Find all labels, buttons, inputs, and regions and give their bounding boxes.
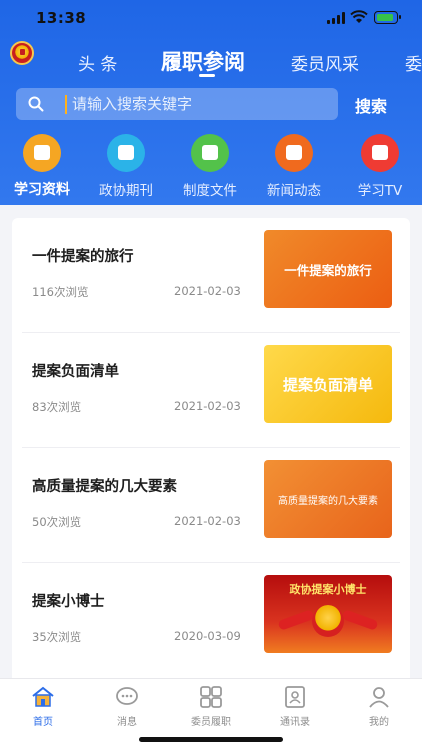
tab-members[interactable]: 委员风采: [291, 50, 359, 75]
nav-messages[interactable]: 消息: [92, 685, 162, 729]
text-caret: [65, 95, 67, 114]
active-tab-indicator: [199, 74, 215, 77]
nav-label: 首页: [33, 717, 53, 728]
nav-label: 我的: [369, 717, 389, 728]
article-date: 2020-03-09: [174, 629, 241, 643]
nav-label: 通讯录: [280, 717, 310, 728]
grid-icon: [200, 686, 222, 708]
article-date: 2021-02-03: [174, 399, 241, 413]
search-input[interactable]: [72, 88, 332, 120]
search-button[interactable]: 搜索: [355, 93, 387, 117]
nav-label: 消息: [117, 717, 137, 728]
search-box: [16, 88, 338, 120]
nav-home[interactable]: 首页: [8, 685, 78, 729]
tab-headlines[interactable]: 头 条: [78, 50, 117, 75]
thumbnail-text: 高质量提案的几大要素: [278, 495, 378, 507]
home-icon: [32, 686, 54, 707]
document-icon: [191, 134, 229, 172]
article-views: 35次浏览: [32, 630, 82, 644]
article-views: 116次浏览: [32, 285, 89, 299]
battery-icon: [374, 11, 401, 24]
article-views: 83次浏览: [32, 400, 82, 414]
article-thumbnail: 提案负面清单: [264, 345, 392, 423]
article-date: 2021-02-03: [174, 284, 241, 298]
category-study-materials[interactable]: 学习资料: [0, 134, 84, 198]
tab-overflow[interactable]: 委: [405, 50, 422, 75]
status-bar: 13:38: [0, 0, 422, 36]
category-journals[interactable]: 政协期刊: [84, 134, 168, 199]
folder-icon: [23, 134, 61, 172]
category-label: 制度文件: [183, 183, 237, 199]
category-label: 学习资料: [14, 182, 70, 198]
article-list: 一件提案的旅行 116次浏览 2021-02-03 一件提案的旅行 提案负面清单…: [12, 218, 410, 678]
article-item[interactable]: 提案负面清单 83次浏览 2021-02-03 提案负面清单: [12, 333, 410, 448]
category-regulations[interactable]: 制度文件: [168, 134, 252, 199]
article-date: 2021-02-03: [174, 514, 241, 528]
top-tabs: 头 条 履职参阅 委员风采 委: [0, 44, 422, 84]
nav-contacts[interactable]: 通讯录: [260, 685, 330, 729]
category-study-tv[interactable]: 学习TV: [338, 134, 422, 199]
nav-member-duties[interactable]: 委员履职: [176, 685, 246, 729]
article-item[interactable]: 提案小博士 35次浏览 2020-03-09 政协提案小博士: [12, 563, 410, 678]
message-icon: [116, 687, 138, 705]
nav-profile[interactable]: 我的: [344, 685, 414, 729]
thumbnail-text: 一件提案的旅行: [284, 262, 372, 278]
category-news[interactable]: 新闻动态: [252, 134, 336, 199]
newspaper-icon: [275, 134, 313, 172]
thumbnail-text: 政协提案小博士: [289, 583, 367, 596]
article-views: 50次浏览: [32, 515, 82, 529]
tv-icon: [361, 134, 399, 172]
category-label: 学习TV: [357, 183, 403, 199]
profile-icon: [369, 687, 389, 708]
status-time: 13:38: [36, 9, 87, 27]
home-indicator: [139, 737, 283, 742]
article-title: 一件提案的旅行: [32, 248, 134, 265]
article-title: 提案小博士: [32, 593, 105, 610]
article-thumbnail: 高质量提案的几大要素: [264, 460, 392, 538]
category-label: 新闻动态: [267, 183, 321, 199]
tab-reference[interactable]: 履职参阅: [161, 46, 245, 76]
article-thumbnail: 一件提案的旅行: [264, 230, 392, 308]
wifi-icon: [350, 10, 368, 23]
article-title: 提案负面清单: [32, 363, 119, 380]
contacts-icon: [285, 686, 305, 708]
signal-icon: [327, 12, 345, 24]
books-icon: [107, 134, 145, 172]
nav-label: 委员履职: [191, 717, 231, 728]
article-item[interactable]: 一件提案的旅行 116次浏览 2021-02-03 一件提案的旅行: [12, 218, 410, 333]
article-title: 高质量提案的几大要素: [32, 478, 177, 495]
article-item[interactable]: 高质量提案的几大要素 50次浏览 2021-02-03 高质量提案的几大要素: [12, 448, 410, 563]
thumbnail-text: 提案负面清单: [282, 375, 373, 394]
article-thumbnail: 政协提案小博士: [264, 575, 392, 653]
search-icon: [28, 96, 44, 112]
category-label: 政协期刊: [99, 183, 153, 199]
